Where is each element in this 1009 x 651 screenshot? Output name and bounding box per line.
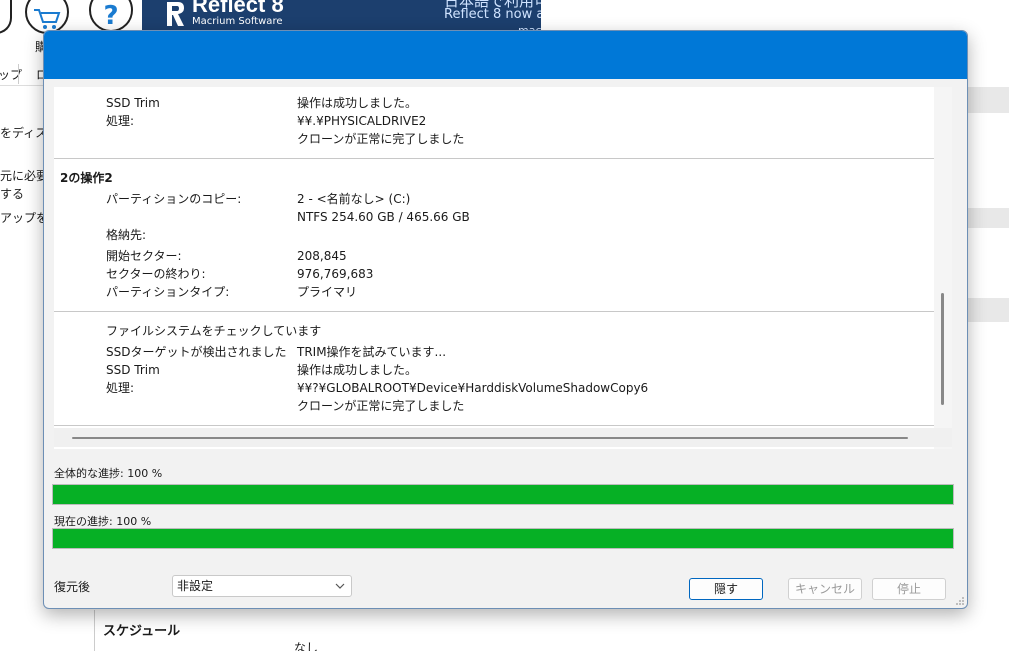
log-row: クローンが正常に完了しました [297, 132, 465, 146]
log-row: SSD Trim 操作は成功しました。 [106, 363, 418, 377]
background-divider [94, 610, 95, 651]
overall-progress-bar [52, 484, 954, 505]
side-text-4: アップを [0, 211, 49, 225]
log-divider [54, 158, 934, 159]
log-row: クローンが正常に完了しました [297, 399, 465, 413]
cancel-button[interactable]: キャンセル [788, 578, 862, 600]
promo-banner[interactable]: Reflect 8 Macrium Software 日本語で利用可能になりまし… [142, 0, 541, 34]
current-progress-bar [52, 528, 954, 549]
side-text-1: をディス [0, 126, 48, 140]
clone-progress-dialog: SSD Trim 操作は成功しました。 処理: ¥¥.¥PHYSICALDRIV… [43, 30, 968, 609]
after-restore-selected: 非設定 [177, 579, 214, 593]
log-section-header: 2の操作2 [60, 171, 113, 185]
help-icon[interactable]: ? [88, 0, 134, 34]
tab-separator [18, 64, 19, 84]
dialog-title-bar[interactable] [44, 31, 967, 79]
background-panel-header [968, 87, 1009, 113]
chevron-down-icon [335, 583, 345, 589]
current-progress-fill [53, 529, 953, 548]
log-horizontal-scrollbar[interactable] [54, 428, 952, 447]
backup-icon[interactable] [0, 0, 12, 34]
log-row: 処理: ¥¥?¥GLOBALROOT¥Device¥HarddiskVolume… [106, 381, 649, 395]
log-row: パーティションタイプ: プライマリ [106, 285, 358, 299]
cart-icon[interactable] [24, 0, 70, 34]
schedule-value: なし [294, 641, 319, 651]
log-row: パーティションのコピー: 2 - <名前なし> (C:) [106, 192, 411, 206]
side-text-3: する [0, 187, 25, 201]
log-row: 格納先: [106, 228, 147, 242]
banner-subtitle: Macrium Software [192, 16, 283, 27]
log-divider [54, 425, 934, 426]
stop-button[interactable]: 停止 [872, 578, 946, 600]
horizontal-scroll-thumb[interactable] [72, 437, 908, 439]
log-row: セクターの終わり: 976,769,683 [106, 267, 374, 281]
schedule-label: スケジュール [103, 624, 181, 639]
log-row: NTFS 254.60 GB / 465.66 GB [297, 210, 470, 224]
background-panel-strip [968, 208, 1009, 228]
log-vertical-scrollbar[interactable] [934, 87, 952, 449]
background-panel-strip [968, 298, 1009, 322]
log-row: 開始セクター: 208,845 [106, 249, 347, 263]
log-row: 処理: ¥¥.¥PHYSICALDRIVE2 [106, 114, 427, 128]
resize-grip-icon[interactable] [955, 596, 965, 606]
hide-button[interactable]: 隠す [689, 578, 763, 600]
banner-english-line: Reflect 8 now available in Japanese [444, 7, 541, 22]
log-row: SSDターゲットが検出されました TRIM操作を試みています... [106, 345, 447, 359]
vertical-scroll-thumb[interactable] [941, 293, 944, 405]
overall-progress-fill [53, 485, 953, 504]
reflect-logo-icon [167, 2, 184, 26]
log-row: SSD Trim 操作は成功しました。 [106, 96, 418, 110]
overall-progress-label: 全体的な進捗: 100 % [54, 467, 163, 480]
log-row: ファイルシステムをチェックしています [106, 324, 322, 338]
after-restore-select[interactable]: 非設定 [172, 575, 352, 597]
svg-text:?: ? [103, 1, 118, 31]
log-divider [54, 311, 934, 312]
operation-log-panel[interactable]: SSD Trim 操作は成功しました。 処理: ¥¥.¥PHYSICALDRIV… [54, 87, 952, 449]
current-progress-label: 現在の進捗: 100 % [54, 515, 152, 528]
after-restore-label: 復元後 [54, 580, 91, 594]
side-text-2: 元に必要 [0, 169, 49, 183]
